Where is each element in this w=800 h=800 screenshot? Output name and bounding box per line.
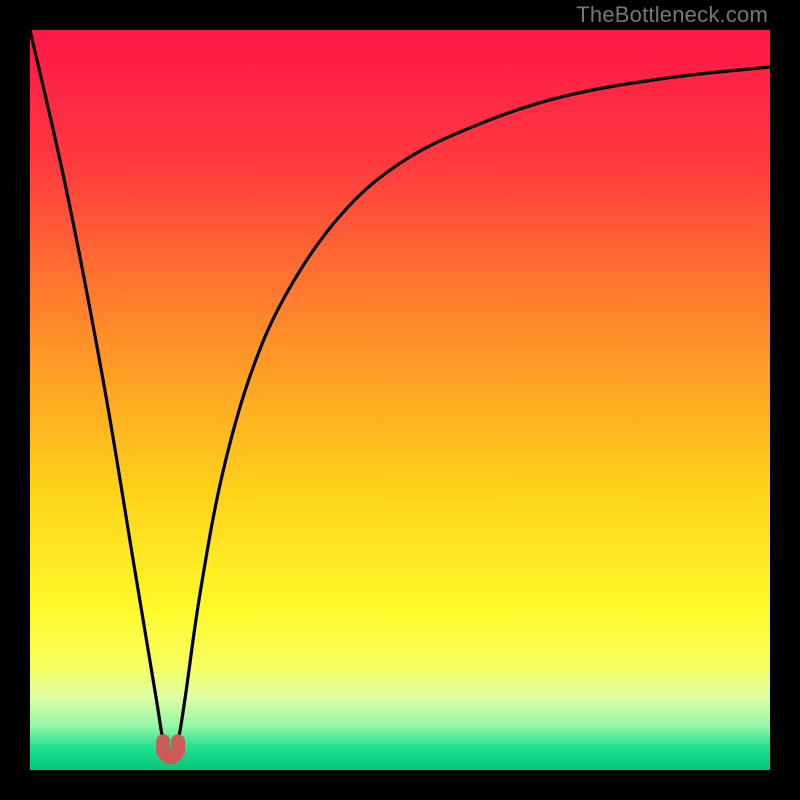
curve-layer xyxy=(30,30,770,770)
watermark-text: TheBottleneck.com xyxy=(576,2,768,28)
bottleneck-curve xyxy=(30,30,770,755)
plot-area xyxy=(30,30,770,770)
optimum-dip-marker xyxy=(163,741,178,757)
chart-frame: TheBottleneck.com xyxy=(0,0,800,800)
